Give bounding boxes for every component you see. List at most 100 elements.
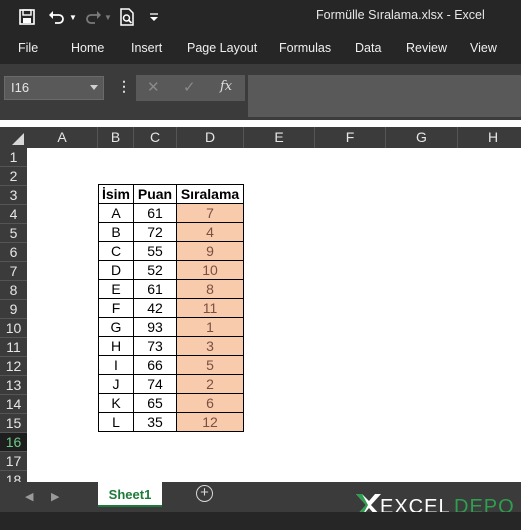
row-header-12[interactable]: 12 <box>0 357 27 376</box>
column-header-c[interactable]: C <box>134 127 177 148</box>
score-cell[interactable]: 61 <box>133 203 177 223</box>
rank-cell[interactable]: 4 <box>176 222 244 242</box>
rank-cell[interactable]: 12 <box>176 412 244 432</box>
table-row: A 61 7 <box>98 203 244 223</box>
row-header-7[interactable]: 7 <box>0 262 27 281</box>
table-row: H 73 3 <box>98 336 244 356</box>
score-cell[interactable]: 66 <box>133 355 177 375</box>
column-header-d[interactable]: D <box>177 127 244 148</box>
name-cell[interactable]: B <box>98 222 134 242</box>
row-header-17[interactable]: 17 <box>0 452 27 471</box>
table-row: E 61 8 <box>98 279 244 299</box>
name-cell[interactable]: J <box>98 374 134 394</box>
column-header-e[interactable]: E <box>244 127 315 148</box>
name-cell[interactable]: F <box>98 298 134 318</box>
insert-function-icon[interactable]: fx <box>220 79 232 94</box>
name-cell[interactable]: C <box>98 241 134 261</box>
ranking-table: İsim Puan Sıralama A 61 7 B 72 4 C 55 9 D 52 10 … <box>98 184 244 432</box>
name-cell[interactable]: A <box>98 203 134 223</box>
print-preview-icon[interactable] <box>116 6 138 28</box>
tab-page-layout[interactable]: Page Layout <box>187 41 257 55</box>
score-cell[interactable]: 73 <box>133 336 177 356</box>
row-header-3[interactable]: 3 <box>0 186 27 205</box>
save-icon[interactable] <box>16 6 38 28</box>
row-header-13[interactable]: 13 <box>0 376 27 395</box>
column-header-f[interactable]: F <box>315 127 386 148</box>
column-header-b[interactable]: B <box>98 127 134 148</box>
score-cell[interactable]: 42 <box>133 298 177 318</box>
row-header-16[interactable]: 16 <box>0 433 27 452</box>
tab-view[interactable]: View <box>470 41 497 55</box>
row-header-14[interactable]: 14 <box>0 395 27 414</box>
header-puan[interactable]: Puan <box>133 184 177 204</box>
name-cell[interactable]: E <box>98 279 134 299</box>
name-cell[interactable]: G <box>98 317 134 337</box>
column-header-a[interactable]: A <box>27 127 98 148</box>
add-sheet-icon[interactable]: + <box>196 485 213 502</box>
row-header-2[interactable]: 2 <box>0 167 27 186</box>
scroll-right-icon[interactable]: ▶ <box>51 490 59 503</box>
row-header-5[interactable]: 5 <box>0 224 27 243</box>
name-cell[interactable]: L <box>98 412 134 432</box>
table-row: K 65 6 <box>98 393 244 413</box>
row-header-9[interactable]: 9 <box>0 300 27 319</box>
table-row: J 74 2 <box>98 374 244 394</box>
score-cell[interactable]: 74 <box>133 374 177 394</box>
row-header-15[interactable]: 15 <box>0 414 27 433</box>
worksheet-grid: A B C D E F G H 1 2 3 4 5 6 7 8 9 10 11 … <box>0 127 521 482</box>
redo-icon[interactable] <box>82 6 104 28</box>
redo-dropdown-icon[interactable]: ▼ <box>103 6 113 28</box>
rank-cell[interactable]: 10 <box>176 260 244 280</box>
row-header-11[interactable]: 11 <box>0 338 27 357</box>
cancel-icon[interactable]: ✕ <box>147 78 160 96</box>
name-cell[interactable]: H <box>98 336 134 356</box>
score-cell[interactable]: 52 <box>133 260 177 280</box>
more-options-icon[interactable]: ⋮ <box>117 78 131 95</box>
column-header-g[interactable]: G <box>386 127 458 148</box>
status-bar <box>0 512 521 530</box>
tab-home[interactable]: Home <box>71 41 104 55</box>
header-isim[interactable]: İsim <box>98 184 134 204</box>
tab-formulas[interactable]: Formulas <box>279 41 331 55</box>
tab-insert[interactable]: Insert <box>131 41 162 55</box>
row-header-10[interactable]: 10 <box>0 319 27 338</box>
row-header-6[interactable]: 6 <box>0 243 27 262</box>
score-cell[interactable]: 72 <box>133 222 177 242</box>
undo-icon[interactable] <box>46 6 68 28</box>
rank-cell[interactable]: 1 <box>176 317 244 337</box>
rank-cell[interactable]: 2 <box>176 374 244 394</box>
rank-cell[interactable]: 9 <box>176 241 244 261</box>
scroll-left-icon[interactable]: ◀ <box>25 490 33 503</box>
chevron-down-icon[interactable] <box>90 85 98 90</box>
enter-icon[interactable]: ✓ <box>183 78 196 96</box>
rank-cell[interactable]: 7 <box>176 203 244 223</box>
row-header-4[interactable]: 4 <box>0 205 27 224</box>
rank-cell[interactable]: 3 <box>176 336 244 356</box>
tab-data[interactable]: Data <box>355 41 381 55</box>
formula-input[interactable] <box>248 75 521 117</box>
score-cell[interactable]: 61 <box>133 279 177 299</box>
rank-cell[interactable]: 6 <box>176 393 244 413</box>
row-header-1[interactable]: 1 <box>0 148 27 167</box>
tab-file[interactable]: File <box>18 41 38 55</box>
name-cell[interactable]: I <box>98 355 134 375</box>
row-header-8[interactable]: 8 <box>0 281 27 300</box>
score-cell[interactable]: 93 <box>133 317 177 337</box>
rank-cell[interactable]: 8 <box>176 279 244 299</box>
sheet-tab-sheet1[interactable]: Sheet1 <box>98 482 162 507</box>
score-cell[interactable]: 35 <box>133 412 177 432</box>
select-all-button[interactable] <box>0 127 27 148</box>
customize-dropdown-icon[interactable] <box>146 6 162 28</box>
rank-cell[interactable]: 5 <box>176 355 244 375</box>
name-cell[interactable]: D <box>98 260 134 280</box>
column-header-h[interactable]: H <box>458 127 521 148</box>
row-header-18[interactable]: 18 <box>0 471 27 482</box>
name-cell[interactable]: K <box>98 393 134 413</box>
tab-review[interactable]: Review <box>406 41 447 55</box>
score-cell[interactable]: 65 <box>133 393 177 413</box>
undo-dropdown-icon[interactable]: ▼ <box>68 6 78 28</box>
score-cell[interactable]: 55 <box>133 241 177 261</box>
name-box[interactable]: I16 <box>4 76 104 100</box>
header-siralama[interactable]: Sıralama <box>176 184 244 204</box>
rank-cell[interactable]: 11 <box>176 298 244 318</box>
